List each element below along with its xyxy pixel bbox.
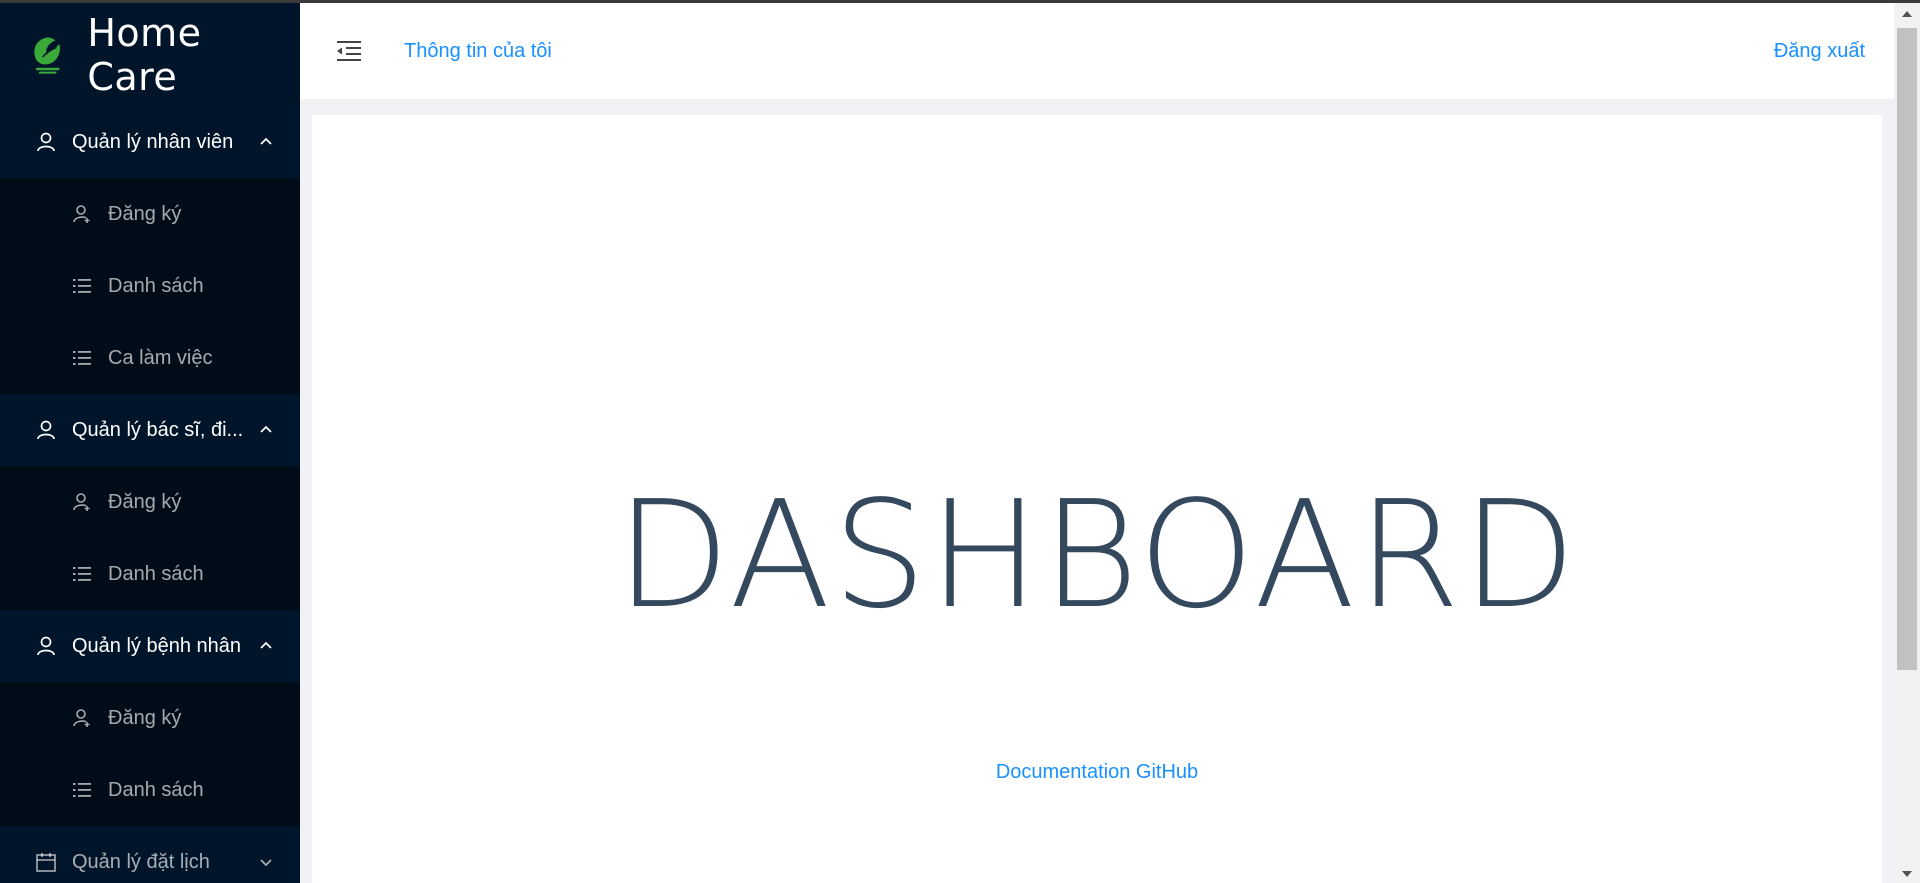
app-name: Home Care (87, 10, 202, 99)
menu-item-doctor-list[interactable]: Danh sách (0, 538, 300, 610)
main-content: DASHBOARD Documentation GitHub (312, 115, 1882, 883)
menu-group-patient-management[interactable]: Quản lý bệnh nhân (0, 610, 300, 682)
menu-item-staff-list[interactable]: Danh sách (0, 250, 300, 322)
menu-item-staff-shifts[interactable]: Ca làm việc (0, 322, 300, 394)
menu-item-patient-register[interactable]: Đăng ký (0, 682, 300, 754)
menu-group-booking-management[interactable]: Quản lý đặt lịch (0, 826, 300, 883)
menu-fold-icon[interactable] (334, 36, 364, 66)
sidebar: Home Care Quản lý nhân viên Đăng ký Danh… (0, 3, 300, 883)
user-add-icon (73, 493, 90, 511)
user-add-icon (73, 709, 90, 727)
leaf-logo-icon (34, 36, 60, 74)
brand-logo[interactable]: Home Care (0, 3, 300, 106)
my-info-link[interactable]: Thông tin của tôi (404, 40, 552, 63)
page-title: DASHBOARD (615, 469, 1579, 641)
list-icon (73, 351, 91, 365)
list-icon (73, 783, 91, 797)
chevron-up-icon (260, 137, 272, 145)
user-icon (37, 132, 55, 152)
logout-link[interactable]: Đăng xuất (1774, 40, 1865, 63)
menu-group-label: Quản lý bệnh nhân (72, 634, 242, 657)
scrollbar-thumb[interactable] (1897, 28, 1917, 670)
calendar-icon (36, 853, 56, 872)
menu-item-label: Đăng ký (108, 490, 182, 513)
top-header: Thông tin của tôi Đăng xuất (300, 3, 1894, 99)
submenu-doctor-management: Đăng ký Danh sách (0, 466, 300, 610)
chevron-down-icon (260, 859, 272, 867)
submenu-patient-management: Đăng ký Danh sách (0, 682, 300, 826)
chevron-up-icon (260, 425, 272, 433)
menu-item-label: Danh sách (108, 778, 204, 801)
menu-item-label: Danh sách (108, 274, 204, 297)
chevron-up-icon (260, 641, 272, 649)
menu-item-doctor-register[interactable]: Đăng ký (0, 466, 300, 538)
scroll-up-arrow-icon[interactable] (1902, 11, 1912, 17)
window-top-border (0, 0, 1920, 3)
menu-group-staff-management[interactable]: Quản lý nhân viên (0, 106, 300, 178)
user-add-icon (73, 205, 90, 223)
menu-item-label: Ca làm việc (108, 346, 213, 369)
menu-item-patient-list[interactable]: Danh sách (0, 754, 300, 826)
user-icon (37, 420, 55, 440)
menu-group-doctor-management[interactable]: Quản lý bác sĩ, đi... (0, 394, 300, 466)
user-icon (37, 636, 55, 656)
menu-group-label: Quản lý đặt lịch (72, 850, 210, 873)
menu-item-label: Danh sách (108, 562, 204, 585)
scroll-down-arrow-icon[interactable] (1902, 871, 1912, 877)
doc-link-row: Documentation GitHub (312, 761, 1882, 784)
menu-item-staff-register[interactable]: Đăng ký (0, 178, 300, 250)
list-icon (73, 279, 91, 293)
list-icon (73, 567, 91, 581)
documentation-github-link[interactable]: Documentation GitHub (996, 761, 1198, 783)
vertical-scrollbar[interactable] (1894, 3, 1920, 883)
menu-item-label: Đăng ký (108, 202, 182, 225)
menu-group-label: Quản lý nhân viên (72, 130, 234, 153)
menu-item-label: Đăng ký (108, 706, 182, 729)
submenu-staff-management: Đăng ký Danh sách Ca làm việc (0, 178, 300, 394)
menu-group-label: Quản lý bác sĩ, đi... (72, 418, 244, 441)
